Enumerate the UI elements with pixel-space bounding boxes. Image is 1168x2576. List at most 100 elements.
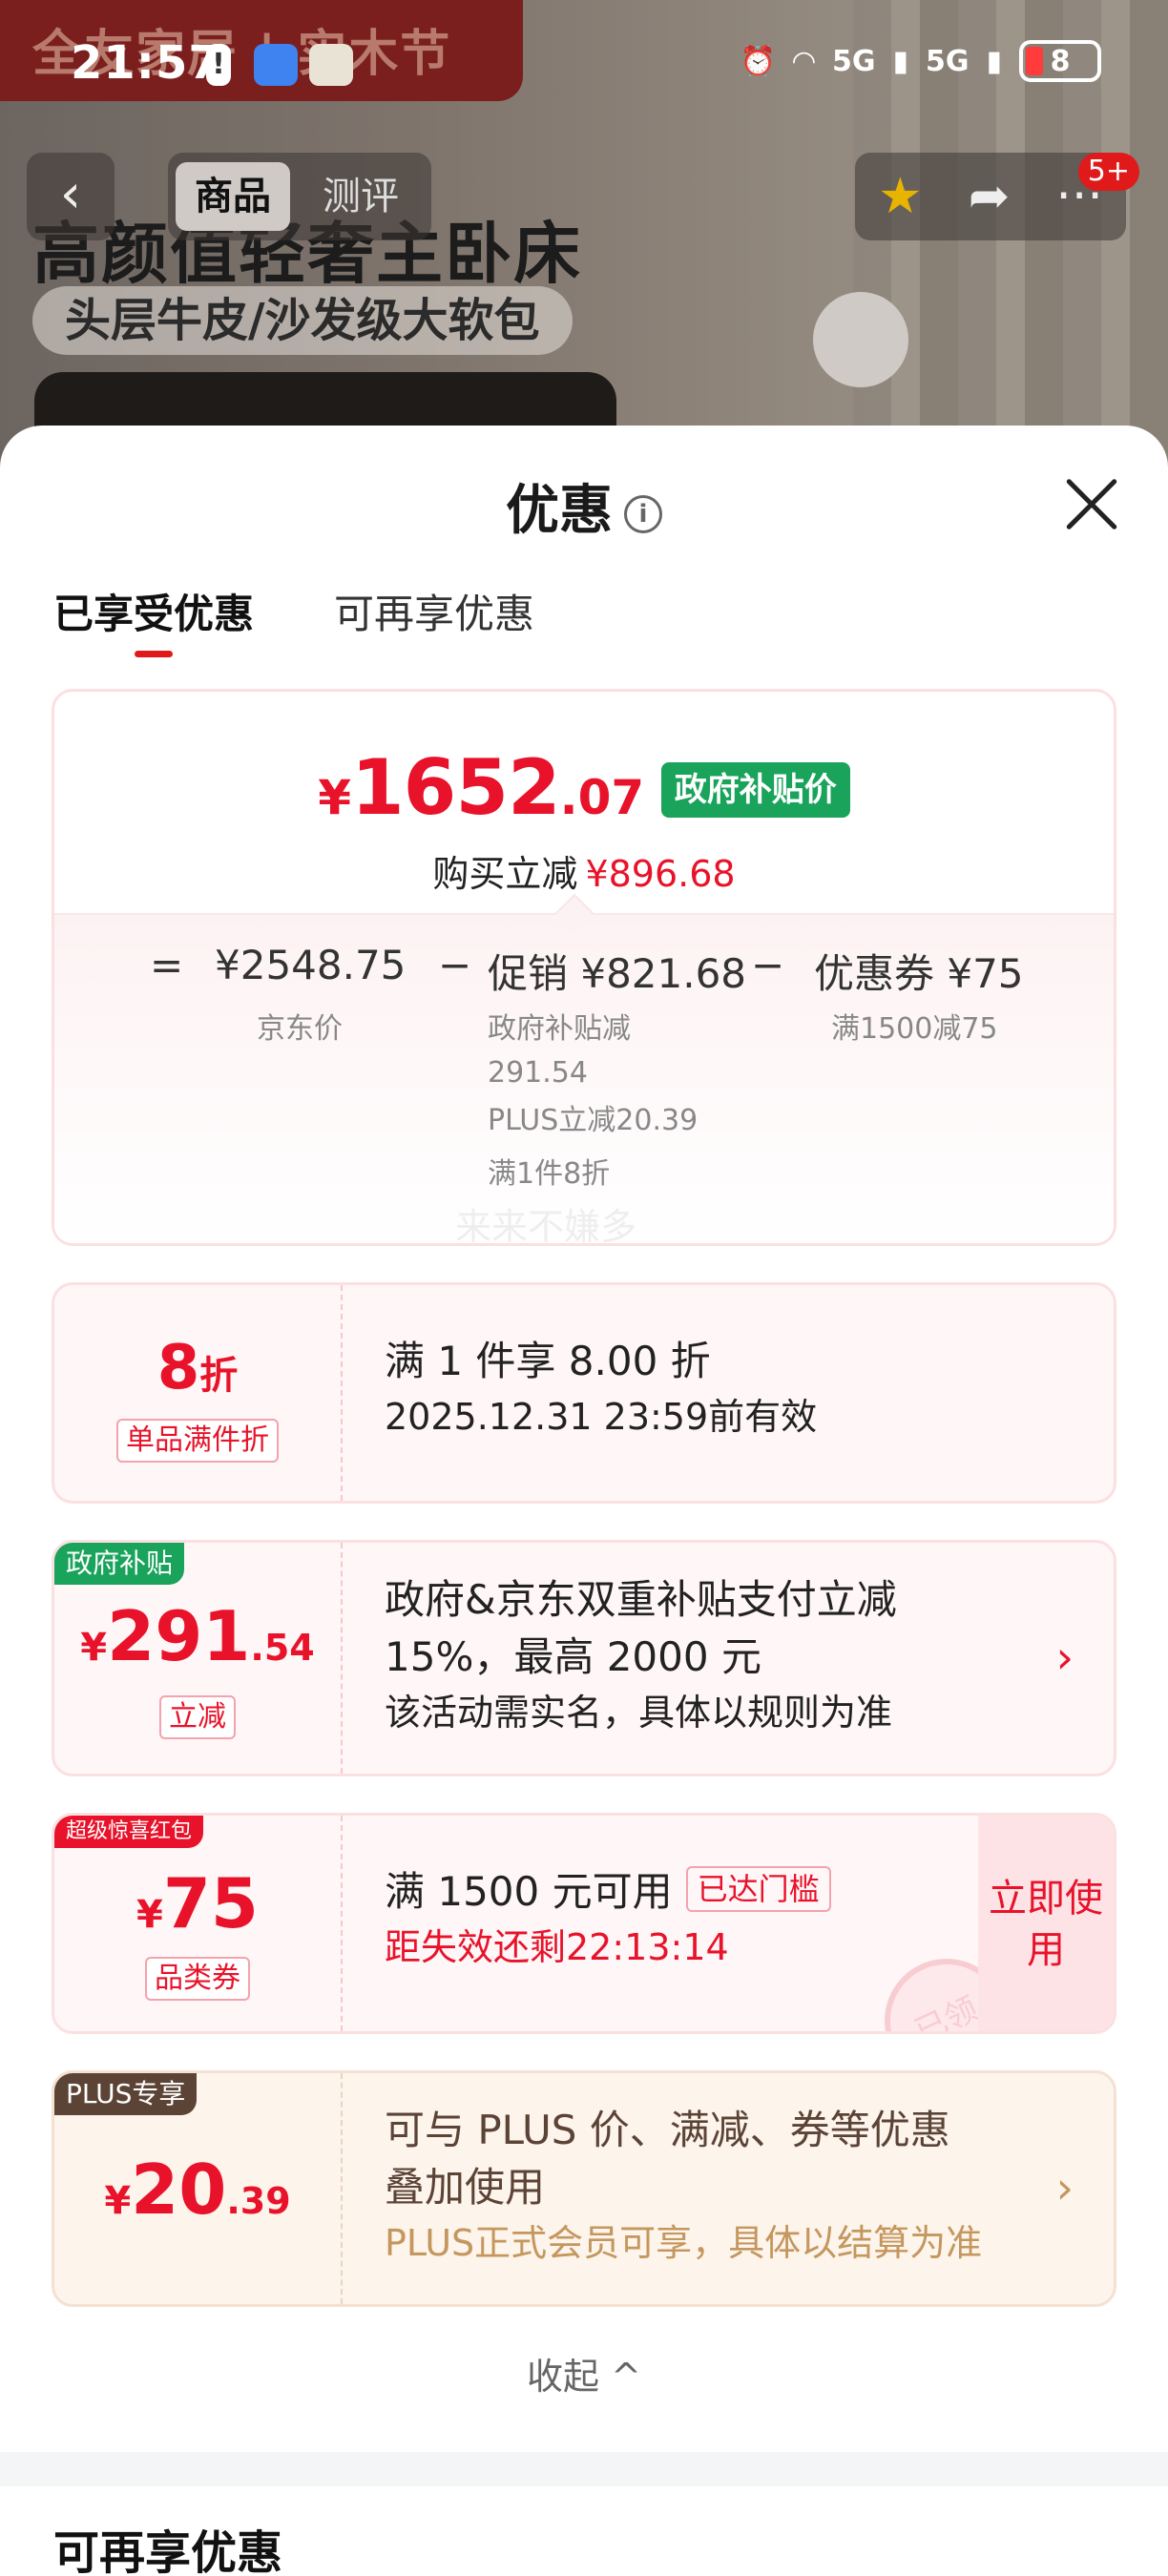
- chevron-right-icon[interactable]: ›: [1056, 1631, 1074, 1683]
- discount-amount-main: 8: [156, 1333, 200, 1403]
- info-icon[interactable]: i: [624, 494, 662, 533]
- instant-reduction: 购买立减 ¥896.68: [54, 844, 1114, 897]
- gov-subsidy-amount: ¥291.54: [54, 1596, 341, 1676]
- final-price: ¥1652.07 政府补贴价: [54, 743, 1114, 832]
- promo-detail-gov-amount: 291.54: [488, 1056, 588, 1090]
- jd-price: ¥2548.75: [215, 942, 407, 988]
- coupon-type-tag: 品类券: [145, 1957, 250, 2001]
- signal-bars-icon: ▮: [986, 44, 1002, 78]
- chevron-up-icon: ^: [611, 2356, 641, 2398]
- wifi-icon: ◠: [792, 44, 815, 78]
- more-discounts-section-title: 可再享优惠: [53, 2526, 283, 2576]
- gov-subsidy-rule-line2: 15%，最高 2000 元: [385, 1633, 761, 1680]
- plus-rule-line1: 可与 PLUS 价、满减、券等优惠: [385, 2107, 950, 2153]
- nav-tab-review[interactable]: 测评: [303, 162, 418, 231]
- final-price-integer: 1652: [350, 743, 561, 832]
- jd-price-label: 京东价: [257, 1012, 343, 1046]
- card-amount-area: 超级惊喜红包 ¥75 品类券: [54, 1816, 343, 2031]
- discount-card-category-coupon[interactable]: 超级惊喜红包 ¥75 品类券 已领 满 1500 元可用 已达门槛 距失效还剩22…: [52, 1813, 1116, 2034]
- promo-detail-discount: 满1件8折: [488, 1157, 611, 1191]
- formula-minus-1: −: [438, 942, 472, 988]
- currency-symbol: ¥: [136, 1893, 163, 1937]
- promo-detail-plus: PLUS立减20.39: [488, 1104, 699, 1137]
- card-description: 满 1 件享 8.00 折 2025.12.31 23:59前有效: [385, 1333, 1075, 1444]
- coupon-amount: ¥75: [54, 1863, 341, 1943]
- discount-amount-suffix: 折: [199, 1354, 239, 1398]
- back-button[interactable]: ‹: [27, 153, 115, 240]
- discount-sheet: 优惠 i 已享受优惠 可再享优惠 ¥1652.07 政府补贴价 购买立减 ¥896.…: [0, 426, 1168, 2576]
- instant-reduction-label: 购买立减: [432, 853, 578, 895]
- warning-icon: !: [206, 44, 231, 86]
- discount-card-item-discount[interactable]: 8折 单品满件折 满 1 件享 8.00 折 2025.12.31 23:59前…: [52, 1282, 1116, 1504]
- share-icon[interactable]: ➦: [969, 168, 1011, 225]
- coupon-countdown: 距失效还剩22:13:14: [385, 1926, 729, 1968]
- gov-subsidy-note: 该活动需实名，具体以规则为准: [385, 1692, 893, 1734]
- discount-card-plus[interactable]: PLUS专享 ¥20.39 可与 PLUS 价、满减、券等优惠 叠加使用 PLU…: [52, 2070, 1116, 2307]
- discount-type-tag: 单品满件折: [116, 1419, 279, 1463]
- final-price-decimal: .07: [559, 770, 645, 825]
- discount-card-gov-subsidy[interactable]: 政府补贴 ¥291.54 立减 政府&京东双重补贴支付立减 15%，最高 200…: [52, 1540, 1116, 1776]
- coupon-threshold-text: 满 1500 元可用: [385, 1868, 673, 1915]
- promo-detail-gov: 政府补贴减: [488, 1012, 631, 1046]
- signal-5g-2: 5G: [925, 44, 970, 78]
- nav-tab-goods[interactable]: 商品: [176, 162, 290, 231]
- gov-subsidy-corner-badge: 政府补贴: [54, 1543, 185, 1585]
- plus-amount-main: 20: [131, 2150, 227, 2230]
- star-icon[interactable]: ★: [878, 168, 923, 225]
- tab-more-discounts[interactable]: 可再享优惠: [334, 582, 534, 640]
- promotion-total: 促销 ¥821.68: [488, 950, 747, 997]
- card-amount-area: PLUS专享 ¥20.39: [54, 2073, 343, 2304]
- currency-symbol: ¥: [80, 1626, 108, 1670]
- watermark-text: 来来不嫌多: [455, 1206, 637, 1246]
- card-description: 可与 PLUS 价、满减、券等优惠 叠加使用 PLUS正式会员可享，具体以结算为…: [385, 2102, 1075, 2270]
- discount-validity: 2025.12.31 23:59前有效: [385, 1396, 818, 1438]
- discount-tabs: 已享受优惠 可再享优惠: [53, 582, 534, 657]
- status-time: 21:57: [71, 36, 221, 90]
- gov-subsidy-amount-main: 291: [107, 1596, 251, 1676]
- gov-subsidy-type-tag: 立减: [159, 1695, 236, 1739]
- chevron-right-icon[interactable]: ›: [1056, 2162, 1074, 2213]
- battery-icon: 8: [1019, 40, 1101, 82]
- status-bar: 21:57 ! ⏰ ◠ 5G ▮ 5G ▮ 8: [0, 36, 1168, 103]
- battery-level: 8: [1050, 44, 1071, 78]
- section-divider: [0, 2452, 1168, 2486]
- tab-enjoyed-discounts[interactable]: 已享受优惠: [53, 582, 254, 657]
- plus-amount-decimal: .39: [226, 2180, 291, 2222]
- chevron-left-icon: ‹: [59, 163, 82, 225]
- sheet-title-text: 优惠: [506, 480, 613, 542]
- product-nav-tabs: 商品 测评: [168, 153, 431, 240]
- red-packet-corner-badge: 超级惊喜红包: [54, 1816, 204, 1848]
- formula-equals: =: [150, 942, 184, 988]
- card-amount-area: 8折 单品满件折: [54, 1285, 343, 1501]
- final-price-currency: ¥: [318, 770, 351, 825]
- formula-minus-2: −: [751, 942, 785, 988]
- use-now-button[interactable]: 立即使用: [978, 1816, 1114, 2031]
- card-amount-area: 政府补贴 ¥291.54 立减: [54, 1543, 343, 1774]
- plus-note: PLUS正式会员可享，具体以结算为准: [385, 2222, 983, 2264]
- plus-exclusive-corner-badge: PLUS专享: [54, 2073, 198, 2115]
- coupon-total: 优惠券 ¥75: [814, 950, 1024, 997]
- card-description: 满 1500 元可用 已达门槛 距失效还剩22:13:14: [385, 1863, 961, 1974]
- plus-amount: ¥20.39: [54, 2150, 341, 2230]
- message-app-icon: [254, 44, 298, 86]
- coupon-threshold: 满 1500 元可用 已达门槛: [385, 1863, 961, 1921]
- gov-subsidy-price-badge: 政府补贴价: [660, 762, 850, 818]
- collapse-label: 收起: [527, 2356, 600, 2398]
- plus-rule-line2: 叠加使用: [385, 2164, 546, 2211]
- coupon-detail: 满1500减75: [831, 1012, 998, 1046]
- app-notification-icon: [309, 44, 353, 86]
- collapse-button[interactable]: 收起 ^: [0, 2347, 1168, 2399]
- gov-subsidy-rule-line1: 政府&京东双重补贴支付立减: [385, 1576, 897, 1623]
- product-subline: 头层牛皮/沙发级大软包: [32, 286, 573, 355]
- alarm-icon: ⏰: [740, 44, 776, 78]
- status-indicators: ⏰ ◠ 5G ▮ 5G ▮ 8: [740, 40, 1101, 82]
- card-description: 政府&京东双重补贴支付立减 15%，最高 2000 元 该活动需实名，具体以规则…: [385, 1571, 1075, 1739]
- signal-5g-1: 5G: [831, 44, 876, 78]
- price-summary-card: ¥1652.07 政府补贴价 购买立减 ¥896.68 = ¥2548.75 − …: [52, 689, 1116, 1246]
- close-icon[interactable]: [1063, 475, 1120, 532]
- currency-symbol: ¥: [104, 2179, 132, 2223]
- signal-bars-icon: ▮: [892, 44, 908, 78]
- discount-rule: 满 1 件享 8.00 折: [385, 1338, 711, 1384]
- instant-reduction-value: ¥896.68: [585, 853, 736, 895]
- sheet-title: 优惠 i: [0, 467, 1168, 545]
